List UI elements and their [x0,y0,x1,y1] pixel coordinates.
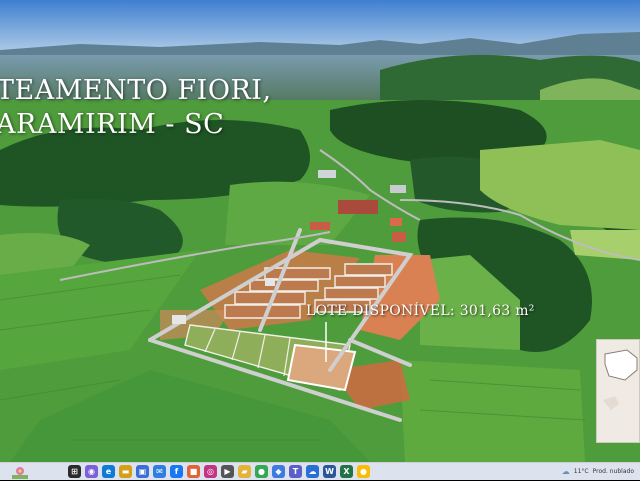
mail-icon[interactable]: ✉ [153,465,166,478]
aerial-photo [0,0,640,462]
taskbar: ⊞ ◉ e ▬ ▣ ✉ f ■ ◎ ▶ ▰ ● ◆ T ☁ W X ● ☁ 11… [0,462,640,480]
chrome-profile-icon[interactable]: ● [357,465,370,478]
office-icon[interactable]: ■ [187,465,200,478]
desktop: TEAMENTO FIORI, ARAMIRIM - SC LOTE DISPO… [0,0,640,480]
app-icon[interactable]: ◆ [272,465,285,478]
facebook-icon[interactable]: f [170,465,183,478]
edge-icon[interactable]: e [102,465,115,478]
weather-temp: 11°C [573,468,589,475]
title-line-2: ARAMIRIM - SC [0,109,225,140]
flower-icon [12,466,28,479]
title-line-1: TEAMENTO FIORI, [0,75,272,106]
search-icon[interactable]: ◉ [85,465,98,478]
folder-icon[interactable]: ▰ [238,465,251,478]
weather-icon: ☁ [561,467,570,476]
teams-icon[interactable]: T [289,465,302,478]
chrome-icon[interactable]: ● [255,465,268,478]
excel-icon[interactable]: X [340,465,353,478]
system-tray[interactable]: ☁ 11°C Prod. nublado [562,467,640,476]
taskbar-apps: ⊞ ◉ e ▬ ▣ ✉ f ■ ◎ ▶ ▰ ● ◆ T ☁ W X ● [68,465,370,478]
location-map-thumbnail[interactable] [596,339,640,443]
file-explorer-icon[interactable]: ▬ [119,465,132,478]
media-icon[interactable]: ▶ [221,465,234,478]
onedrive-icon[interactable]: ☁ [306,465,319,478]
development-title: TEAMENTO FIORI, ARAMIRIM - SC [0,74,272,142]
widgets-button[interactable] [0,463,40,481]
store-icon[interactable]: ▣ [136,465,149,478]
instagram-icon[interactable]: ◎ [204,465,217,478]
word-icon[interactable]: W [323,465,336,478]
start-icon[interactable]: ⊞ [68,465,81,478]
available-lot-label: LOTE DISPONÍVEL: 301,63 m² [306,303,535,319]
weather-desc: Prod. nublado [592,468,634,475]
